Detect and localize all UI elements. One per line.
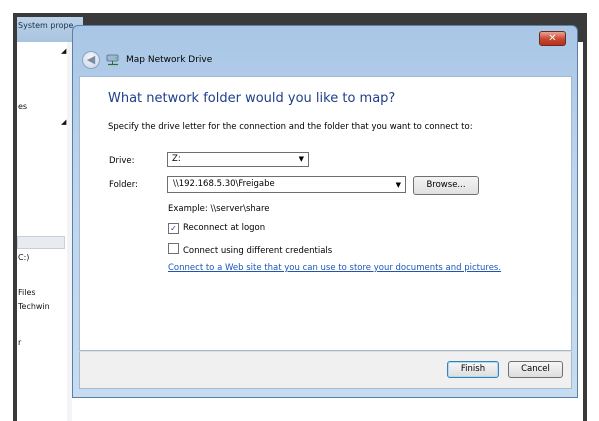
drive-letter-value: Z:: [172, 154, 181, 164]
checkbox-unchecked-icon[interactable]: [168, 243, 179, 254]
reconnect-label: Reconnect at logon: [183, 223, 266, 233]
instruction-text: Specify the drive letter for the connect…: [108, 122, 473, 132]
network-drive-icon: [106, 54, 119, 66]
chevron-down-icon[interactable]: ▼: [299, 153, 304, 166]
reconnect-at-logon-checkbox[interactable]: ✓ Reconnect at logon: [168, 223, 265, 234]
expand-arrow-icon[interactable]: ◢: [61, 118, 66, 126]
nav-item-label[interactable]: es: [18, 102, 66, 111]
folder-path-value: \\192.168.5.30\Freigabe: [173, 179, 275, 189]
background-window-right-edge: [578, 42, 583, 421]
background-navigation-pane: [17, 42, 67, 421]
back-button[interactable]: ◀: [82, 51, 100, 69]
web-storage-link[interactable]: Connect to a Web site that you can use t…: [168, 263, 501, 273]
checkbox-checked-icon[interactable]: ✓: [168, 223, 179, 234]
nav-selection-bar: [17, 236, 65, 249]
dialog-title: Map Network Drive: [126, 55, 213, 65]
nav-item-label[interactable]: Techwin: [18, 302, 66, 311]
finish-button[interactable]: Finish: [447, 361, 499, 378]
back-arrow-icon: ◀: [86, 53, 96, 66]
folder-label: Folder:: [109, 180, 138, 190]
nav-item-label[interactable]: r: [18, 338, 66, 347]
drive-label: Drive:: [109, 156, 135, 166]
drive-letter-select[interactable]: Z: ▼: [167, 152, 309, 167]
folder-path-input[interactable]: \\192.168.5.30\Freigabe ▼: [167, 176, 406, 193]
nav-item-label[interactable]: C:): [18, 253, 66, 262]
different-credentials-checkbox[interactable]: Connect using different credentials: [168, 243, 332, 256]
nav-item-label[interactable]: Files: [18, 288, 66, 297]
close-button[interactable]: ✕: [539, 31, 566, 46]
close-icon: ✕: [548, 33, 557, 44]
dialog-content-area: [79, 76, 572, 351]
expand-arrow-icon[interactable]: ◢: [61, 47, 66, 55]
cancel-button[interactable]: Cancel: [508, 361, 563, 378]
browse-button[interactable]: Browse...: [413, 176, 479, 195]
dialog-heading: What network folder would you like to ma…: [108, 91, 396, 106]
background-window-bottom: [72, 398, 578, 421]
example-text: Example: \\server\share: [168, 204, 270, 214]
different-credentials-label: Connect using different credentials: [183, 246, 333, 256]
chevron-down-icon[interactable]: ▼: [396, 178, 401, 193]
